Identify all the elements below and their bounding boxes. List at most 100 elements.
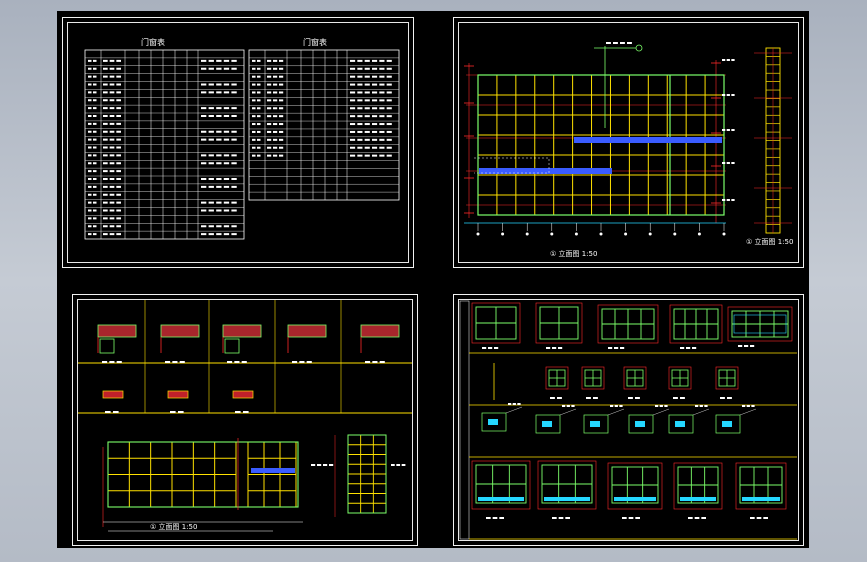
row-spec-text — [267, 67, 272, 70]
level-label — [731, 59, 735, 61]
level-label — [726, 162, 730, 164]
detail-label — [299, 361, 305, 363]
row-note-text — [357, 99, 363, 102]
row-code-text — [93, 178, 97, 180]
detail-label — [241, 361, 247, 363]
row-code-text — [252, 83, 256, 86]
row-note-text — [379, 99, 385, 102]
row-spec-text — [273, 83, 278, 86]
row-note-text — [208, 185, 214, 188]
window-label — [680, 347, 685, 349]
row-spec-text — [116, 59, 121, 62]
row-spec-text — [116, 115, 121, 117]
row-note-text — [379, 123, 385, 126]
row-note-text — [231, 225, 237, 228]
row-spec-text — [103, 225, 108, 228]
row-code-text — [93, 233, 97, 236]
row-code-text — [252, 130, 256, 133]
row-code-text — [93, 225, 97, 228]
row-note-text — [223, 162, 230, 165]
row-note-text — [364, 99, 370, 102]
row-code-text — [257, 146, 261, 149]
row-spec-text — [116, 138, 121, 141]
row-code-text — [257, 107, 261, 110]
row-note-text — [216, 83, 222, 86]
door-label — [688, 517, 693, 519]
row-note-text — [201, 225, 207, 228]
row-code-text — [257, 130, 261, 133]
panel-detail — [222, 324, 262, 338]
row-note-text — [379, 91, 385, 94]
section-note — [619, 405, 623, 407]
door-label — [694, 517, 700, 519]
sheet-window-details[interactable] — [453, 294, 804, 546]
row-spec-text — [116, 91, 121, 94]
row-spec-text — [109, 233, 115, 236]
sheet-facade-elevation[interactable]: ① 立面图 1:50 ① 立面图 1:50 — [453, 17, 804, 268]
row-code-text — [88, 225, 92, 228]
row-code-text — [88, 178, 92, 180]
row-code-text — [257, 115, 261, 118]
window-label — [692, 347, 697, 349]
row-spec-text — [109, 91, 115, 94]
row-note-text — [208, 91, 214, 94]
section-note — [659, 405, 663, 407]
row-note-text — [201, 83, 207, 86]
detail-label — [165, 361, 171, 363]
row-note-text — [386, 154, 392, 157]
door-detail-outline — [607, 462, 663, 510]
section-leader — [652, 408, 670, 416]
row-note-text — [216, 59, 222, 62]
section-note — [751, 405, 755, 407]
row-note-text — [386, 138, 392, 141]
row-spec-text — [267, 130, 272, 133]
row-note-text — [201, 209, 207, 212]
window-label — [482, 347, 487, 349]
row-note-text — [364, 91, 370, 94]
door-label — [763, 517, 768, 519]
row-code-text — [88, 67, 92, 70]
row-note-text — [208, 138, 214, 141]
row-note-text — [216, 115, 222, 117]
small-panel-detail — [102, 390, 124, 399]
level-label — [323, 464, 328, 466]
row-note-text — [350, 59, 356, 62]
axis-bubble — [550, 232, 554, 236]
panel-detail-box — [99, 338, 115, 354]
level-label — [401, 464, 406, 466]
row-code-text — [88, 115, 92, 117]
row-note-text — [223, 178, 230, 180]
row-note-text — [350, 146, 356, 149]
window-label — [586, 397, 591, 399]
row-note-text — [223, 91, 230, 94]
row-spec-text — [116, 185, 121, 188]
row-note-text — [357, 130, 363, 133]
row-code-text — [88, 193, 92, 196]
row-code-text — [93, 99, 97, 102]
row-note-text — [350, 154, 356, 157]
callout-circle — [635, 44, 643, 52]
row-spec-text — [109, 201, 115, 204]
window-label — [593, 397, 598, 399]
sheet-detail-elevation[interactable]: ① 立面图 1:50 — [72, 294, 418, 546]
cad-canvas[interactable]: 门窗表 门窗表 ① 立面图 1:50 ① 立面图 1:50 ① 立面图 1:50 — [57, 11, 809, 548]
section-note — [655, 405, 659, 407]
row-spec-text — [116, 193, 121, 196]
row-spec-text — [109, 209, 115, 212]
row-note-text — [208, 107, 214, 110]
row-note-text — [223, 138, 230, 141]
sheet-door-window-schedule[interactable]: 门窗表 门窗表 — [62, 17, 414, 268]
row-note-text — [379, 138, 385, 141]
panel-detail-box — [224, 338, 240, 354]
row-note-text — [379, 146, 385, 149]
row-spec-text — [116, 75, 121, 78]
row-code-text — [88, 130, 92, 133]
row-spec-text — [103, 217, 108, 220]
row-note-text — [231, 209, 237, 212]
row-spec-text — [267, 91, 272, 94]
row-code-text — [93, 146, 97, 149]
row-note-text — [208, 67, 214, 70]
row-spec-text — [273, 138, 278, 141]
row-note-text — [372, 138, 378, 141]
row-code-text — [257, 91, 261, 94]
